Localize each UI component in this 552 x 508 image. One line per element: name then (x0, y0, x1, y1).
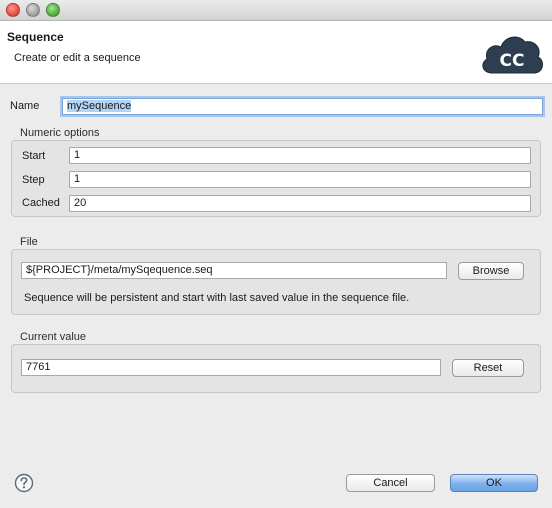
reset-button[interactable]: Reset (452, 359, 524, 377)
dialog-title: Sequence (7, 30, 64, 44)
file-title: File (20, 236, 38, 248)
name-label: Name (10, 100, 40, 112)
minimize-window-button[interactable] (26, 3, 40, 17)
cached-input[interactable]: 20 (69, 195, 531, 212)
help-icon[interactable] (14, 473, 34, 493)
dialog-header: Sequence Create or edit a sequence CC (0, 21, 552, 84)
numeric-options-title: Numeric options (20, 127, 100, 139)
start-input[interactable]: 1 (69, 147, 531, 164)
file-note: Sequence will be persistent and start wi… (24, 292, 410, 304)
cc-cloud-logo: CC (482, 36, 543, 74)
window-titlebar (0, 0, 552, 21)
file-group (11, 249, 541, 315)
name-input[interactable]: mySequence (62, 98, 543, 115)
zoom-window-button[interactable] (46, 3, 60, 17)
step-label: Step (22, 174, 45, 186)
logo-text: CC (500, 51, 525, 71)
current-value-input[interactable]: 7761 (21, 359, 441, 376)
name-input-value: mySequence (67, 100, 132, 112)
close-window-button[interactable] (6, 3, 20, 17)
start-label: Start (22, 150, 46, 162)
step-input[interactable]: 1 (69, 171, 531, 188)
dialog-subtitle: Create or edit a sequence (14, 52, 141, 64)
browse-button[interactable]: Browse (458, 262, 524, 280)
ok-button[interactable]: OK (450, 474, 538, 492)
file-path-input[interactable]: ${PROJECT}/meta/mySqequence.seq (21, 262, 447, 279)
cancel-button[interactable]: Cancel (346, 474, 435, 492)
current-value-title: Current value (20, 331, 87, 343)
cached-label: Cached (22, 197, 60, 209)
